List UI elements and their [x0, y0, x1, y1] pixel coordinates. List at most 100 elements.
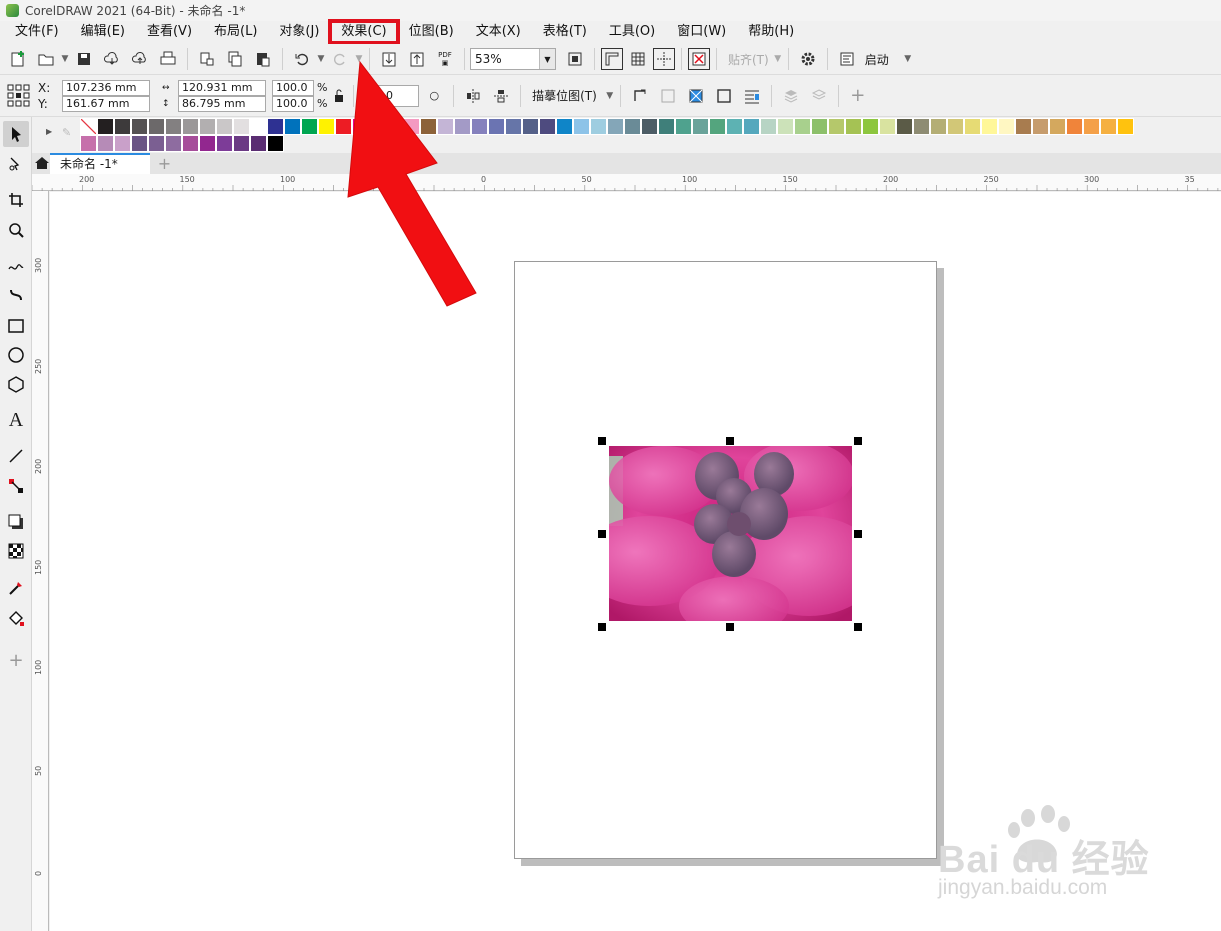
x-position-input[interactable]: 107.236 mm	[62, 79, 150, 96]
color-swatch[interactable]	[301, 118, 318, 135]
handle-top-center[interactable]	[726, 437, 734, 445]
rotation-angle-input[interactable]: 0.0	[371, 84, 420, 107]
transparency-tool-icon[interactable]	[3, 538, 29, 564]
color-swatch[interactable]	[930, 118, 947, 135]
color-swatch[interactable]	[182, 118, 199, 135]
pick-tool-icon[interactable]	[3, 121, 29, 147]
color-swatch[interactable]	[437, 118, 454, 135]
ellipse-tool-icon[interactable]	[3, 342, 29, 368]
color-swatch[interactable]	[590, 118, 607, 135]
snap-dropdown-chevron-icon[interactable]: ▼	[773, 54, 783, 64]
full-screen-preview-icon[interactable]	[562, 46, 588, 72]
width-input[interactable]: 120.931 mm	[178, 79, 266, 96]
trace-bitmap-chevron-icon[interactable]: ▼	[605, 91, 615, 101]
reference-point-icon[interactable]	[5, 82, 33, 110]
redo-dropdown-chevron-icon[interactable]: ▼	[354, 54, 364, 64]
color-swatch[interactable]	[811, 118, 828, 135]
zoom-tool-icon[interactable]	[3, 217, 29, 243]
color-swatch[interactable]	[199, 135, 216, 152]
mirror-horizontal-icon[interactable]	[460, 83, 486, 109]
color-swatch[interactable]	[947, 118, 964, 135]
zoom-level-select[interactable]: 53% ▼	[470, 48, 556, 70]
cloud-upload-icon[interactable]	[127, 46, 153, 72]
snap-to-dropdown[interactable]: 贴齐(T)	[728, 51, 769, 68]
color-swatch[interactable]	[165, 135, 182, 152]
undo-icon[interactable]	[289, 46, 315, 72]
color-swatch[interactable]	[828, 118, 845, 135]
color-swatch[interactable]	[913, 118, 930, 135]
crop-tool-icon[interactable]	[3, 187, 29, 213]
color-swatch[interactable]	[1015, 118, 1032, 135]
color-swatch[interactable]	[505, 118, 522, 135]
color-swatch[interactable]	[131, 135, 148, 152]
color-swatch[interactable]	[284, 118, 301, 135]
palette-eyedropper-icon[interactable]: ✎	[62, 126, 71, 139]
vertical-ruler[interactable]: 300 250 200 150 100 50 0	[32, 191, 49, 931]
color-swatch[interactable]	[692, 118, 709, 135]
color-swatch[interactable]	[556, 118, 573, 135]
color-swatch[interactable]	[760, 118, 777, 135]
no-color-swatch[interactable]	[80, 118, 97, 135]
color-swatch[interactable]	[794, 118, 811, 135]
color-swatch[interactable]	[403, 118, 420, 135]
color-swatch[interactable]	[658, 118, 675, 135]
document-tab[interactable]: 未命名 -1*	[50, 153, 150, 174]
handle-top-right[interactable]	[854, 437, 862, 445]
color-swatch[interactable]	[267, 135, 284, 152]
menu-text[interactable]: 文本(X)	[465, 21, 532, 43]
launch-dropdown-chevron-icon[interactable]: ▼	[903, 54, 913, 64]
menu-edit[interactable]: 编辑(E)	[70, 21, 136, 43]
color-swatch[interactable]	[233, 135, 250, 152]
to-back-icon[interactable]	[806, 83, 832, 109]
color-swatch[interactable]	[369, 118, 386, 135]
print-icon[interactable]	[155, 46, 181, 72]
menu-help[interactable]: 帮助(H)	[737, 21, 805, 43]
edit-bitmap-icon[interactable]	[683, 83, 709, 109]
color-swatch[interactable]	[131, 118, 148, 135]
color-swatch[interactable]	[97, 135, 114, 152]
zoom-dropdown-chevron-icon[interactable]: ▼	[539, 49, 555, 69]
color-swatch[interactable]	[896, 118, 913, 135]
color-swatch[interactable]	[250, 118, 267, 135]
new-tab-plus-icon[interactable]: +	[158, 154, 171, 173]
color-swatch[interactable]	[522, 118, 539, 135]
handle-top-left[interactable]	[598, 437, 606, 445]
paste-icon[interactable]	[250, 46, 276, 72]
color-swatch[interactable]	[641, 118, 658, 135]
publish-pdf-icon[interactable]: PDF ▣	[432, 46, 458, 72]
color-swatch[interactable]	[420, 118, 437, 135]
color-swatch[interactable]	[539, 118, 556, 135]
color-swatch[interactable]	[1032, 118, 1049, 135]
color-swatch[interactable]	[335, 118, 352, 135]
interactive-fill-tool-icon[interactable]	[3, 605, 29, 631]
color-swatch[interactable]	[1083, 118, 1100, 135]
bitmap-image-flower[interactable]	[609, 446, 852, 621]
color-swatch[interactable]	[488, 118, 505, 135]
menu-effects[interactable]: 效果(C)	[328, 19, 400, 45]
redo-icon[interactable]	[327, 46, 353, 72]
to-front-icon[interactable]	[778, 83, 804, 109]
menu-window[interactable]: 窗口(W)	[666, 21, 737, 43]
trace-bitmap-dropdown[interactable]: 描摹位图(T)	[532, 87, 597, 104]
menu-view[interactable]: 查看(V)	[136, 21, 203, 43]
color-swatch[interactable]	[998, 118, 1015, 135]
menu-bitmaps[interactable]: 位图(B)	[398, 21, 465, 43]
color-swatch[interactable]	[777, 118, 794, 135]
rectangle-tool-icon[interactable]	[3, 313, 29, 339]
launch-dropdown[interactable]: 启动	[865, 51, 889, 68]
snap-off-icon[interactable]	[688, 48, 710, 70]
color-swatch[interactable]	[216, 118, 233, 135]
color-swatch[interactable]	[624, 118, 641, 135]
color-swatch[interactable]	[1117, 118, 1134, 135]
handle-bottom-right[interactable]	[854, 623, 862, 631]
add-tool-icon[interactable]: +	[3, 647, 29, 673]
add-property-icon[interactable]: +	[845, 83, 871, 109]
resample-icon[interactable]	[655, 83, 681, 109]
freehand-tool-icon[interactable]	[3, 253, 29, 279]
color-swatch[interactable]	[267, 118, 284, 135]
bounding-box-icon[interactable]	[711, 83, 737, 109]
color-swatch[interactable]	[862, 118, 879, 135]
color-swatch[interactable]	[182, 135, 199, 152]
color-swatch[interactable]	[964, 118, 981, 135]
color-swatch[interactable]	[80, 135, 97, 152]
